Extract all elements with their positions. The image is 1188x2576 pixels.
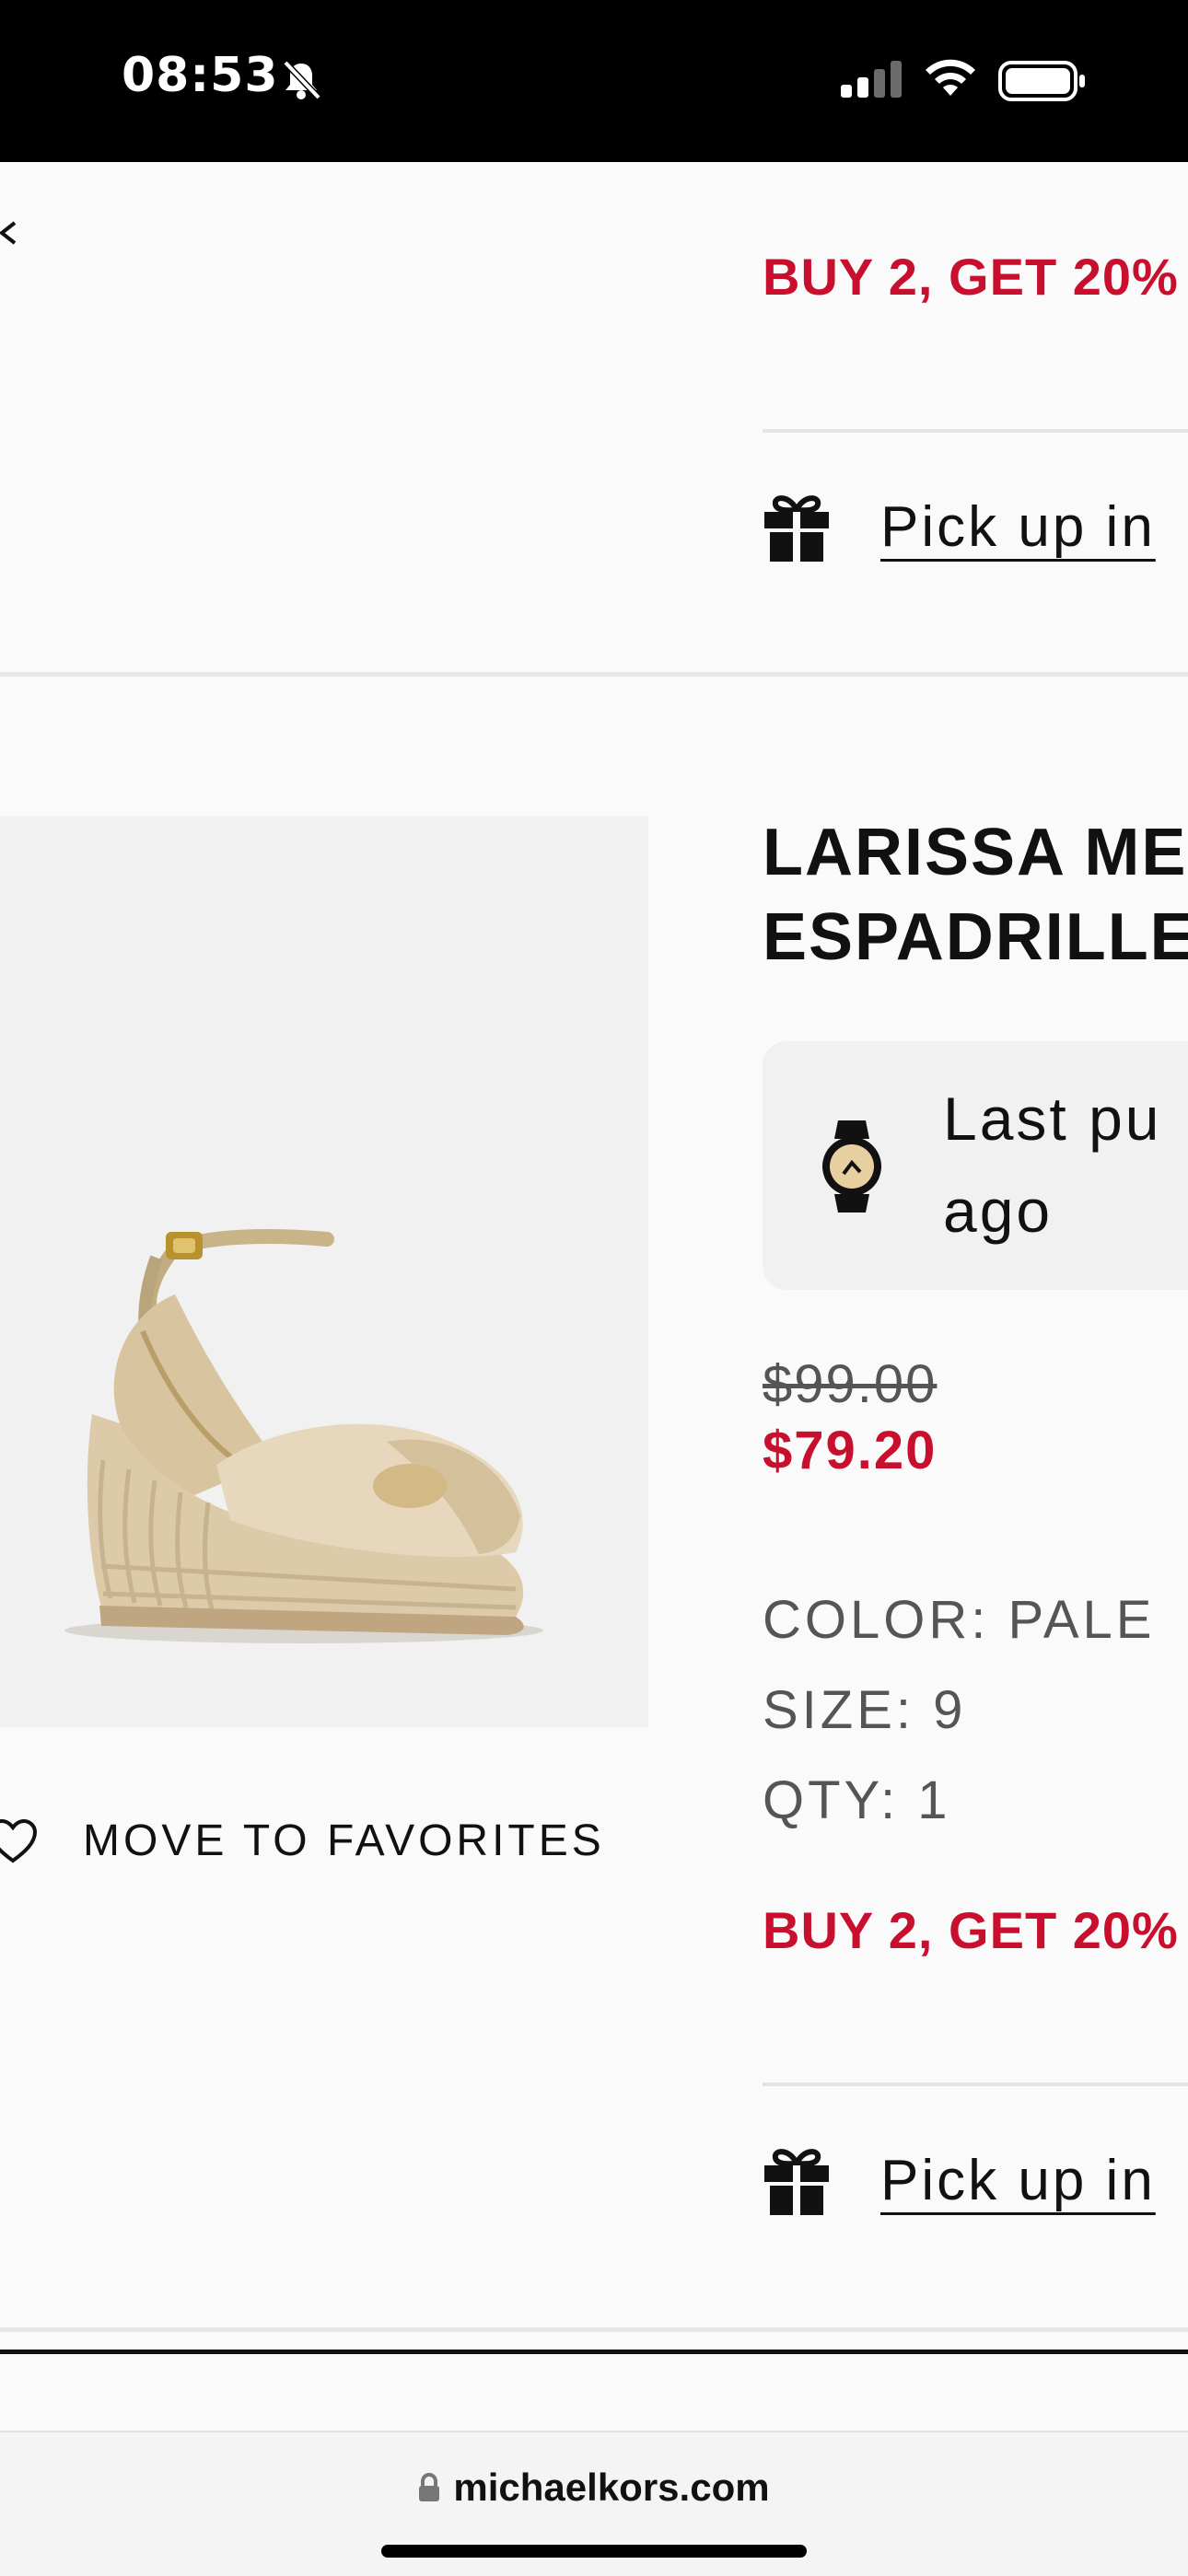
bell-muted-icon <box>283 60 321 100</box>
wifi-icon <box>926 59 975 96</box>
battery-icon <box>998 61 1085 101</box>
pickup-in-store-link[interactable]: Pick up in <box>880 494 1156 560</box>
item-divider <box>0 2327 1188 2332</box>
status-time: 08:53 <box>122 48 279 103</box>
product-title-line2: ESPADRILLE <box>763 900 1188 974</box>
url-row[interactable]: michaelkors.com <box>0 2466 1188 2510</box>
gift-icon <box>764 495 829 562</box>
home-indicator[interactable] <box>381 2545 807 2558</box>
recent-purchase-notice: Last pu ago <box>763 1041 1188 1290</box>
product-title-line1: LARISSA ME <box>763 816 1188 889</box>
status-bar: 08:53 <box>0 0 1188 162</box>
watch-icon <box>822 1120 881 1213</box>
lock-icon <box>419 2473 440 2501</box>
espadrille-wedge-illustration <box>64 1229 543 1643</box>
summary-top-rule <box>0 2350 1188 2354</box>
item-qty: QTY: 1 <box>763 1770 951 1830</box>
move-to-favorites-label: MOVE TO FAVORITES <box>83 1816 605 1865</box>
item-color: COLOR: PALE <box>763 1590 1156 1650</box>
promo-text-prev: BUY 2, GET 20% <box>763 248 1179 306</box>
divider <box>763 429 1188 433</box>
url-text[interactable]: michaelkors.com <box>453 2466 769 2510</box>
item-size: SIZE: 9 <box>763 1680 967 1740</box>
divider <box>763 2083 1188 2086</box>
pickup-in-store-link[interactable]: Pick up in <box>880 2148 1156 2213</box>
item-divider <box>0 672 1188 677</box>
product-title[interactable]: LARISSA ME ESPADRILLE <box>763 810 1188 980</box>
promo-text: BUY 2, GET 20% <box>763 1901 1179 1959</box>
notice-text: Last pu ago <box>943 1073 1188 1257</box>
pickup-row[interactable]: Pick up in <box>763 2145 1156 2215</box>
price-sale: $79.20 <box>763 1421 938 1480</box>
product-image[interactable] <box>0 816 648 1727</box>
pickup-row-prev[interactable]: Pick up in <box>763 492 1156 562</box>
notice-line1: Last pu <box>943 1085 1162 1153</box>
cellular-signal-icon <box>841 61 902 98</box>
cart-page: BUY 2, GET 20% Pick up in MOVE TO FAVORI… <box>0 162 1188 2431</box>
browser-address-bar[interactable]: michaelkors.com <box>0 2431 1188 2576</box>
heart-icon <box>0 1818 38 1862</box>
gift-icon <box>764 2149 829 2215</box>
price-original: $99.00 <box>763 1354 938 1414</box>
back-chevron-icon[interactable] <box>0 219 18 247</box>
move-to-favorites-button[interactable]: MOVE TO FAVORITES <box>0 1816 605 1866</box>
notice-line2: ago <box>943 1177 1054 1245</box>
